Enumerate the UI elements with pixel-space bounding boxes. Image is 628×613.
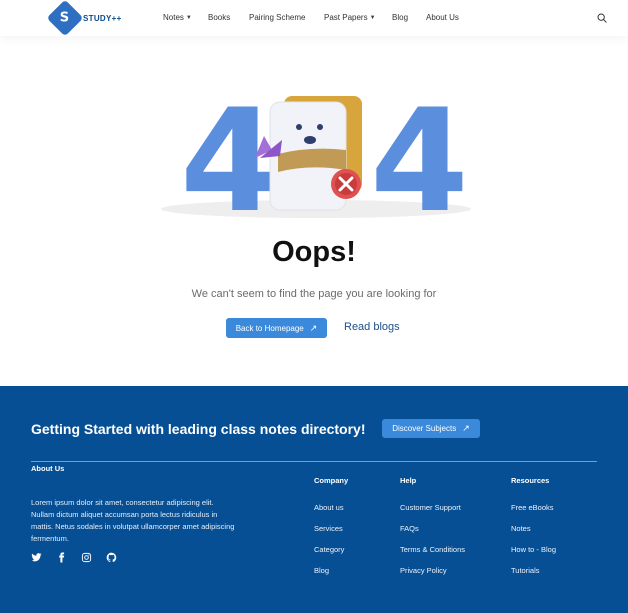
cta-title: Getting Started with leading class notes… [31, 421, 366, 437]
twitter-icon[interactable] [31, 552, 42, 563]
footer-link[interactable]: How to - Blog [511, 545, 556, 554]
site-header: S STUDY++ Notes ▼ Books Pairing Scheme Pa… [0, 0, 628, 37]
nav-item-about-us[interactable]: About Us [426, 13, 459, 22]
footer-link[interactable]: Services [314, 524, 343, 533]
nav-item-past-papers[interactable]: Past Papers ▼ [324, 13, 376, 22]
nav-item-pairing-scheme[interactable]: Pairing Scheme [249, 13, 305, 22]
logo-mark-icon: S [46, 0, 84, 37]
brand-name: STUDY++ [83, 13, 122, 23]
footer-link[interactable]: About us [314, 503, 344, 512]
chevron-down-icon: ▼ [369, 14, 376, 21]
github-icon[interactable] [106, 552, 117, 563]
nav-item-blog[interactable]: Blog [392, 13, 408, 22]
site-footer: Getting Started with leading class notes… [0, 386, 628, 613]
arrow-up-right-icon: ↗ [309, 322, 318, 333]
nav-label: Pairing Scheme [249, 13, 306, 22]
about-heading: About Us [31, 464, 65, 473]
footer-link[interactable]: Notes [511, 524, 531, 533]
arrow-up-right-icon: ↗ [462, 423, 470, 433]
eye-right [317, 124, 323, 130]
discover-subjects-button[interactable]: Discover Subjects ↗ [382, 419, 480, 438]
nav-label: Notes [163, 13, 184, 22]
footer-link[interactable]: Privacy Policy [400, 566, 447, 575]
footer-link[interactable]: FAQs [400, 524, 419, 533]
nav-label: Past Papers [324, 13, 368, 22]
footer-col-help-heading: Help [400, 476, 417, 485]
back-to-homepage-button[interactable]: Back to Homepage ↗ [226, 318, 327, 338]
nav-label: About Us [426, 13, 459, 22]
logo-letter: S [60, 10, 70, 26]
instagram-icon[interactable] [81, 552, 92, 563]
nav-item-books[interactable]: Books [208, 13, 230, 22]
button-label: Back to Homepage [235, 323, 304, 333]
facebook-icon[interactable] [56, 552, 67, 563]
social-links [31, 552, 117, 563]
button-label: Discover Subjects [392, 424, 457, 433]
404-illustration: 4 4 [161, 92, 471, 222]
eye-left [296, 124, 302, 130]
footer-link[interactable]: Terms & Conditions [400, 545, 465, 554]
chevron-down-icon: ▼ [185, 14, 192, 21]
footer-link[interactable]: Tutorials [511, 566, 539, 575]
footer-col-resources-heading: Resources [511, 476, 550, 485]
footer-divider [31, 461, 597, 462]
page-title: Oops! [272, 236, 356, 268]
footer-link[interactable]: Blog [314, 566, 329, 575]
footer-link[interactable]: Customer Support [400, 503, 461, 512]
search-icon[interactable] [597, 13, 607, 23]
nav-label: Books [208, 13, 231, 22]
error-subtext: We can't seem to find the page you are l… [191, 288, 437, 300]
brand-logo[interactable]: S STUDY++ [46, 0, 122, 37]
mouth [304, 136, 316, 144]
digit-right: 4 [370, 92, 469, 222]
read-blogs-link[interactable]: Read blogs [344, 321, 400, 333]
nav-label: Blog [392, 13, 409, 22]
footer-link[interactable]: Free eBooks [511, 503, 554, 512]
about-text: Lorem ipsum dolor sit amet, consectetur … [31, 498, 235, 543]
footer-col-company-heading: Company [314, 476, 349, 485]
footer-link[interactable]: Category [314, 545, 344, 554]
nav-item-notes[interactable]: Notes ▼ [163, 13, 192, 22]
